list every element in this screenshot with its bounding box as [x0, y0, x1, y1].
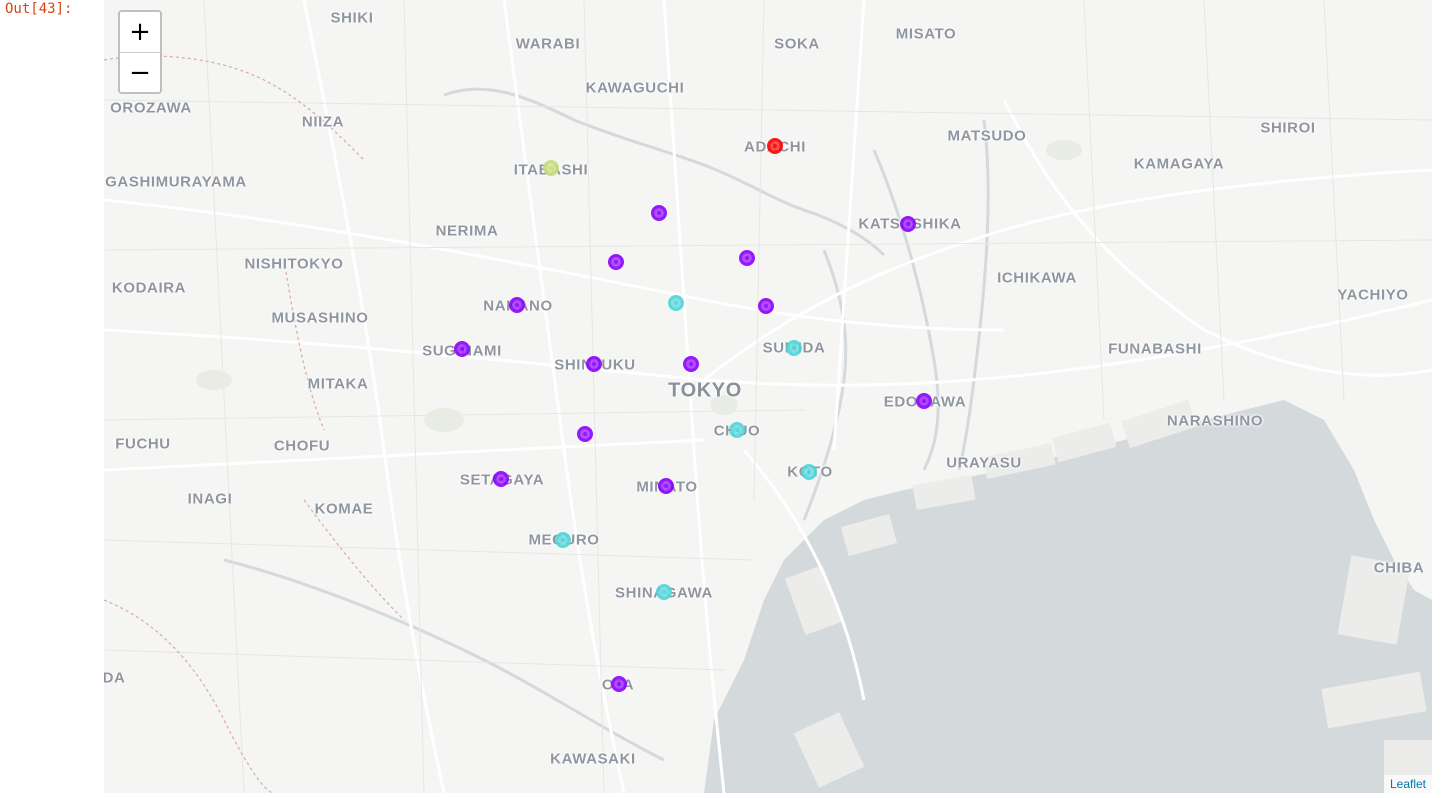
marker-arakawa[interactable] — [739, 250, 755, 266]
marker-adachi[interactable] — [767, 138, 783, 154]
marker-chiyoda[interactable] — [683, 356, 699, 372]
marker-taito[interactable] — [758, 298, 774, 314]
leaflet-attribution-link[interactable]: Leaflet — [1383, 775, 1432, 793]
marker-setagaya[interactable] — [493, 471, 509, 487]
marker-shibuya[interactable] — [577, 426, 593, 442]
label-chofu: CHOFU — [273, 437, 331, 455]
label-kamagaya: KAMAGAYA — [1133, 155, 1225, 173]
label-machida: DA — [104, 669, 126, 687]
label-matsudo: MATSUDO — [947, 127, 1027, 145]
marker-toshima[interactable] — [608, 254, 624, 270]
marker-suginami[interactable] — [454, 341, 470, 357]
marker-kita[interactable] — [651, 205, 667, 221]
output-prompt: Out[43]: — [5, 1, 73, 17]
marker-koto[interactable] — [801, 464, 817, 480]
label-ichikawa: ICHIKAWA — [997, 269, 1077, 287]
label-nerima: NERIMA — [435, 222, 499, 240]
label-shiroi: SHIROI — [1260, 119, 1316, 137]
label-nishitokyo: NISHITOKYO — [244, 255, 344, 273]
label-chiba: CHIBA — [1373, 559, 1425, 577]
label-musashino: MUSASHINO — [271, 309, 369, 327]
label-mitaka: MITAKA — [307, 375, 369, 393]
marker-chuo[interactable] — [729, 422, 745, 438]
marker-nakano[interactable] — [509, 297, 525, 313]
label-kawasaki: KAWASAKI — [550, 750, 636, 768]
marker-minato[interactable] — [658, 478, 674, 494]
label-kawaguchi: KAWAGUCHI — [585, 79, 685, 97]
label-higashimurayama: GASHIMURAYAMA — [105, 173, 247, 191]
label-funabashi: FUNABASHI — [1108, 340, 1202, 358]
label-yachiyo: YACHIYO — [1337, 286, 1409, 304]
label-fuchu: FUCHU — [115, 435, 171, 453]
label-shiki: SHIKI — [330, 9, 374, 27]
marker-itabashi[interactable] — [543, 160, 559, 176]
marker-katsushika[interactable] — [900, 216, 916, 232]
label-komae: KOMAE — [314, 500, 374, 518]
marker-meguro[interactable] — [555, 532, 571, 548]
marker-edogawa[interactable] — [916, 393, 932, 409]
label-misato: MISATO — [895, 25, 957, 43]
label-inagi: INAGI — [187, 490, 233, 508]
label-tokyo: TOKYO — [668, 379, 742, 402]
marker-shinjuku[interactable] — [586, 356, 602, 372]
label-urayasu: URAYASU — [946, 454, 1022, 472]
marker-shinagawa[interactable] — [656, 584, 672, 600]
label-soka: SOKA — [774, 35, 820, 53]
label-narashino: NARASHINO — [1166, 412, 1264, 430]
marker-ota[interactable] — [611, 676, 627, 692]
marker-bunkyo[interactable] — [668, 295, 684, 311]
leaflet-map[interactable]: SHIKI WARABI SOKA MISATO KAWAGUCHI OROZA… — [104, 0, 1432, 793]
marker-sumida[interactable] — [786, 340, 802, 356]
zoom-in-button[interactable]: + — [120, 12, 160, 53]
label-warabi: WARABI — [515, 35, 581, 53]
label-niiza: NIIZA — [301, 113, 345, 131]
label-kodaira: KODAIRA — [111, 279, 187, 297]
zoom-out-button[interactable]: − — [120, 53, 160, 92]
label-tokorozawa: OROZAWA — [110, 99, 192, 117]
zoom-control: + − — [118, 10, 162, 94]
